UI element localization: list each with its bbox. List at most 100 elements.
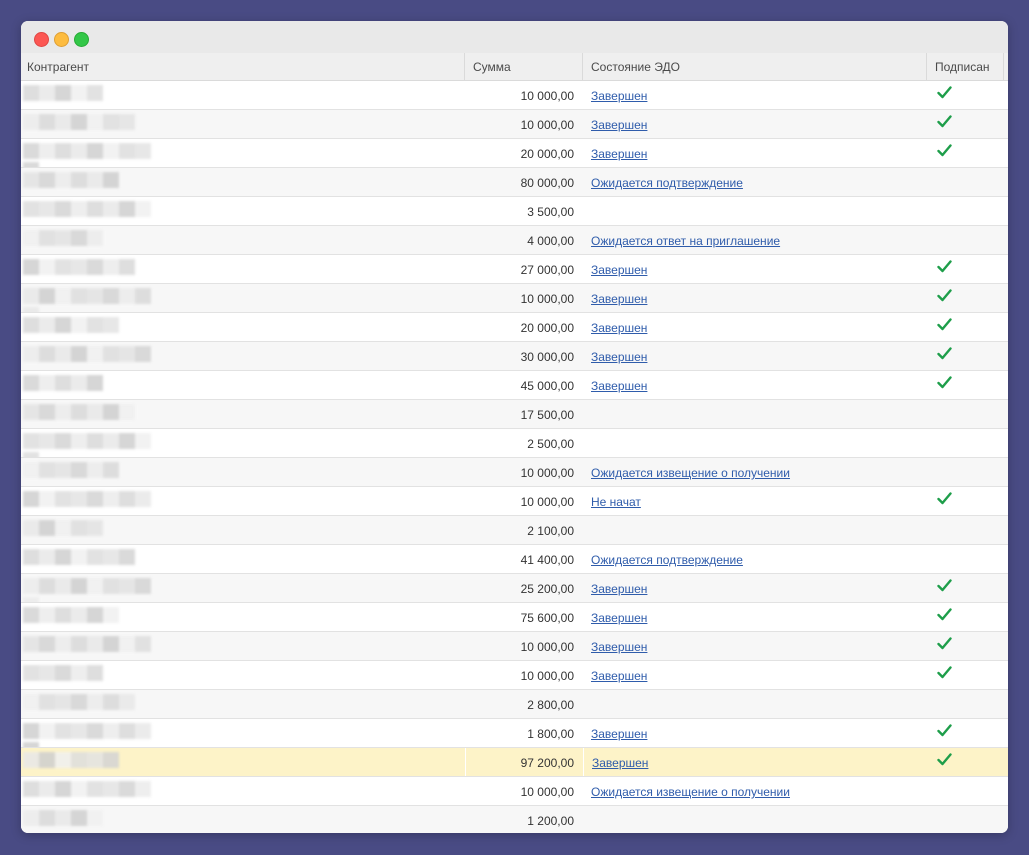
redacted-counterparty-name <box>23 375 163 391</box>
checkmark-icon <box>937 144 1004 157</box>
edo-status-link[interactable]: Завершен <box>592 756 648 770</box>
edo-status-cell <box>583 806 927 833</box>
edo-status-link[interactable]: Ожидается ответ на приглашение <box>591 234 780 248</box>
amount-cell: 41 400,00 <box>520 553 574 567</box>
table-row[interactable]: 1 800,00 Завершен <box>21 719 1008 748</box>
checkmark-icon <box>937 376 1004 389</box>
edo-status-link[interactable]: Завершен <box>591 379 647 393</box>
amount-cell: 10 000,00 <box>520 466 574 480</box>
edo-status-link[interactable]: Ожидается извещение о получении <box>591 466 790 480</box>
edo-status-cell <box>583 400 927 428</box>
edo-status-link[interactable]: Ожидается извещение о получении <box>591 785 790 799</box>
amount-cell: 10 000,00 <box>520 640 574 654</box>
edo-status-link[interactable]: Завершен <box>591 669 647 683</box>
signed-cell <box>927 371 1004 399</box>
column-header-counterparty[interactable]: Контрагент <box>21 53 465 80</box>
table-row[interactable]: 4 000,00 Ожидается ответ на приглашение <box>21 226 1008 255</box>
counterparty-cell <box>21 487 465 515</box>
redacted-counterparty-name <box>23 578 163 602</box>
table-row[interactable]: 27 000,00 Завершен <box>21 255 1008 284</box>
edo-status-link[interactable]: Завершен <box>591 640 647 654</box>
table-row[interactable]: 97 200,00 Завершен <box>21 748 1008 777</box>
amount-cell: 1 800,00 <box>527 727 574 741</box>
edo-status-link[interactable]: Завершен <box>591 263 647 277</box>
amount-cell: 25 200,00 <box>520 582 574 596</box>
signed-cell <box>927 110 1004 138</box>
table-row[interactable]: 10 000,00 Завершен <box>21 81 1008 110</box>
redacted-counterparty-name <box>23 317 163 333</box>
signed-cell <box>927 719 1004 747</box>
table-row[interactable]: 2 100,00 <box>21 516 1008 545</box>
redacted-counterparty-name <box>23 114 163 130</box>
table-row[interactable]: 25 200,00 Завершен <box>21 574 1008 603</box>
edo-status-link[interactable]: Завершен <box>591 321 647 335</box>
table-row[interactable]: 20 000,00 Завершен <box>21 313 1008 342</box>
edo-status-link[interactable]: Завершен <box>591 118 647 132</box>
table-row[interactable]: 10 000,00 Ожидается извещение о получении <box>21 777 1008 806</box>
edo-status-cell: Завершен <box>583 255 927 283</box>
redacted-counterparty-name <box>23 259 163 275</box>
amount-cell: 2 800,00 <box>527 698 574 712</box>
table-row[interactable]: 75 600,00 Завершен <box>21 603 1008 632</box>
edo-status-link[interactable]: Завершен <box>591 350 647 364</box>
edo-status-link[interactable]: Завершен <box>591 89 647 103</box>
signed-cell <box>927 81 1004 109</box>
edo-status-cell: Завершен <box>583 632 927 660</box>
column-header-edo-status[interactable]: Состояние ЭДО <box>583 53 927 80</box>
redacted-counterparty-name <box>23 404 163 420</box>
signed-cell <box>927 168 1004 196</box>
table-row[interactable]: 10 000,00 Ожидается извещение о получении <box>21 458 1008 487</box>
edo-status-link[interactable]: Ожидается подтверждение <box>591 553 743 567</box>
table-row[interactable]: 10 000,00 Завершен <box>21 110 1008 139</box>
table-row[interactable]: 45 000,00 Завершен <box>21 371 1008 400</box>
table-row[interactable]: 1 200,00 <box>21 806 1008 833</box>
edo-status-cell: Завершен <box>583 110 927 138</box>
amount-cell: 30 000,00 <box>520 350 574 364</box>
table-row[interactable]: 3 500,00 <box>21 197 1008 226</box>
table-row[interactable]: 17 500,00 <box>21 400 1008 429</box>
column-header-amount[interactable]: Сумма <box>465 53 583 80</box>
edo-status-link[interactable]: Не начат <box>591 495 641 509</box>
table-body: 10 000,00 Завершен 10 000,00 Завершен 20 000… <box>21 81 1008 833</box>
checkmark-icon <box>937 724 1004 737</box>
amount-cell: 10 000,00 <box>520 292 574 306</box>
signed-cell <box>927 342 1004 370</box>
table-row[interactable]: 10 000,00 Завершен <box>21 284 1008 313</box>
edo-status-cell: Завершен <box>583 603 927 631</box>
minimize-window-button[interactable] <box>54 32 69 47</box>
redacted-counterparty-name <box>23 85 163 101</box>
column-header-signed[interactable]: Подписан <box>927 53 1004 80</box>
edo-status-cell: Завершен <box>583 313 927 341</box>
edo-status-link[interactable]: Завершен <box>591 582 647 596</box>
maximize-window-button[interactable] <box>74 32 89 47</box>
close-window-button[interactable] <box>34 32 49 47</box>
edo-status-link[interactable]: Завершен <box>591 611 647 625</box>
counterparty-cell <box>21 110 465 138</box>
signed-cell <box>927 487 1004 515</box>
table-row[interactable]: 2 500,00 <box>21 429 1008 458</box>
documents-table: Контрагент Сумма Состояние ЭДО Подписан … <box>21 53 1008 833</box>
table-row[interactable]: 2 800,00 <box>21 690 1008 719</box>
amount-cell: 20 000,00 <box>520 321 574 335</box>
edo-status-cell: Ожидается подтверждение <box>583 545 927 573</box>
table-row[interactable]: 20 000,00 Завершен <box>21 139 1008 168</box>
table-row[interactable]: 10 000,00 Завершен <box>21 632 1008 661</box>
amount-cell: 3 500,00 <box>527 205 574 219</box>
edo-status-link[interactable]: Завершен <box>591 292 647 306</box>
edo-status-cell: Завершен <box>583 342 927 370</box>
table-row[interactable]: 10 000,00 Не начат <box>21 487 1008 516</box>
amount-cell: 17 500,00 <box>520 408 574 422</box>
checkmark-icon <box>937 318 1004 331</box>
table-row[interactable]: 10 000,00 Завершен <box>21 661 1008 690</box>
amount-cell: 80 000,00 <box>520 176 574 190</box>
table-row[interactable]: 30 000,00 Завершен <box>21 342 1008 371</box>
amount-cell: 10 000,00 <box>520 118 574 132</box>
edo-status-link[interactable]: Завершен <box>591 147 647 161</box>
signed-cell <box>927 603 1004 631</box>
edo-status-link[interactable]: Завершен <box>591 727 647 741</box>
table-row[interactable]: 41 400,00 Ожидается подтверждение <box>21 545 1008 574</box>
edo-status-cell: Завершен <box>583 661 927 689</box>
edo-status-link[interactable]: Ожидается подтверждение <box>591 176 743 190</box>
table-row[interactable]: 80 000,00 Ожидается подтверждение <box>21 168 1008 197</box>
counterparty-cell <box>21 690 465 718</box>
